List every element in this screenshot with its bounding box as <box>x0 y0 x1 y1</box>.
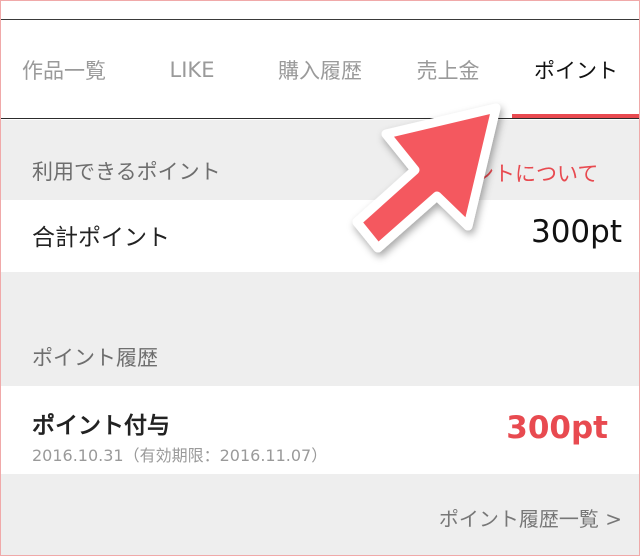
total-points-row: 合計ポイント 300pt <box>0 200 640 272</box>
about-points-link[interactable]: ポイントについて <box>431 158 598 188</box>
points-content: 利用できるポイント ポイントについて 合計ポイント 300pt ポイント履歴 ポ… <box>0 120 640 556</box>
history-list-link[interactable]: ポイント履歴一覧 > <box>439 503 622 532</box>
total-points-label: 合計ポイント <box>32 225 170 251</box>
history-item-title: ポイント付与 <box>32 413 170 439</box>
history-item-date: 2016.10.31（有効期限：2016.11.07） <box>32 446 328 465</box>
point-history-label: ポイント履歴 <box>32 346 158 370</box>
top-bar <box>0 0 640 20</box>
history-list-item[interactable]: ポイント付与 2016.10.31（有効期限：2016.11.07） 300pt <box>0 386 640 474</box>
tab-points[interactable]: ポイント <box>512 21 640 119</box>
total-points-value: 300pt <box>530 214 622 250</box>
tab-works[interactable]: 作品一覧 <box>0 21 128 119</box>
tab-bar: 作品一覧 LIKE 購入履歴 売上金 ポイント <box>0 21 640 119</box>
tab-sales[interactable]: 売上金 <box>384 21 512 119</box>
tab-purchase-history[interactable]: 購入履歴 <box>256 21 384 119</box>
available-points-label: 利用できるポイント <box>32 160 221 184</box>
tab-like[interactable]: LIKE <box>128 21 256 119</box>
history-item-value: 300pt <box>506 410 608 446</box>
active-tab-indicator <box>512 114 640 118</box>
